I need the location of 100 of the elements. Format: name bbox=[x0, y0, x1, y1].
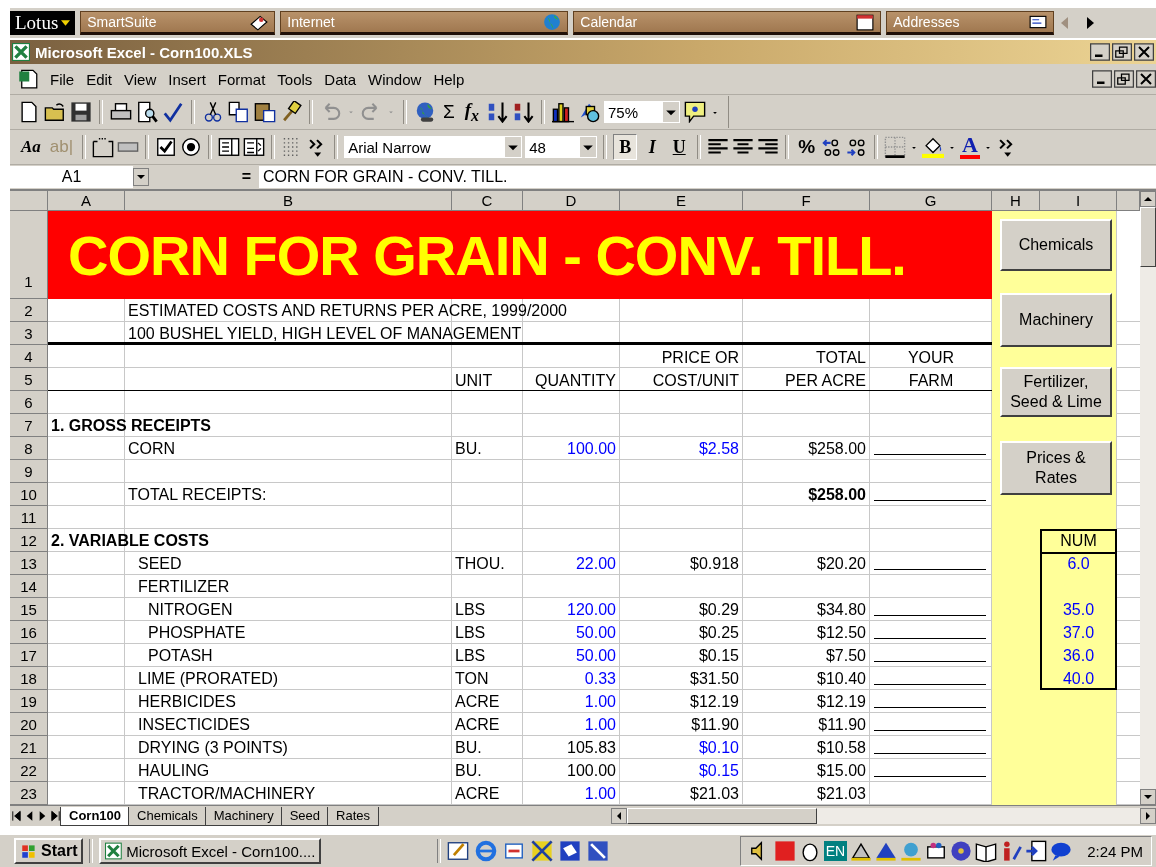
row-header[interactable]: 10 bbox=[10, 483, 48, 506]
autosum-button[interactable]: Σ bbox=[440, 101, 458, 123]
scroll-down-icon[interactable] bbox=[1140, 789, 1156, 805]
row-header[interactable]: 17 bbox=[10, 644, 48, 667]
restore-icon[interactable] bbox=[1114, 70, 1134, 88]
menu-item[interactable]: Data bbox=[318, 70, 363, 88]
row-header[interactable]: 13 bbox=[10, 552, 48, 575]
row-header[interactable]: 5 bbox=[10, 368, 48, 391]
row-header[interactable]: 18 bbox=[10, 667, 48, 690]
row-header[interactable]: 15 bbox=[10, 598, 48, 621]
macro-button[interactable]: Chemicals bbox=[1000, 219, 1112, 271]
fill-color-icon[interactable] bbox=[922, 136, 945, 158]
new-file-icon[interactable] bbox=[18, 101, 40, 123]
column-header[interactable]: F bbox=[743, 191, 870, 211]
checkbox-icon[interactable] bbox=[155, 136, 178, 158]
macro-button[interactable]: Fertilizer, Seed & Lime bbox=[1000, 367, 1112, 417]
scroll-left-icon[interactable] bbox=[611, 808, 628, 824]
sheet-tab[interactable]: Corn100 bbox=[60, 806, 131, 826]
scroll-right-icon[interactable] bbox=[1140, 808, 1156, 824]
percent-button[interactable]: % bbox=[795, 136, 819, 158]
open-folder-icon[interactable] bbox=[44, 101, 66, 123]
menu-item[interactable]: Insert bbox=[162, 70, 212, 88]
cut-icon[interactable] bbox=[202, 101, 224, 123]
last-sheet-icon[interactable] bbox=[49, 808, 62, 824]
spelling-check-icon[interactable] bbox=[162, 101, 184, 123]
zoom-dropdown[interactable]: 75% bbox=[604, 101, 680, 123]
row-header[interactable]: 2 bbox=[10, 299, 48, 322]
scroll-thumb[interactable] bbox=[1140, 207, 1156, 267]
scroll-up-icon[interactable] bbox=[1140, 191, 1156, 207]
menu-item[interactable]: Tools bbox=[271, 70, 319, 88]
menu-item[interactable]: Format bbox=[211, 70, 272, 88]
column-header[interactable]: A bbox=[48, 191, 125, 211]
menu-item[interactable]: View bbox=[118, 70, 163, 88]
row-header[interactable]: 23 bbox=[10, 782, 48, 805]
formula-field[interactable]: CORN FOR GRAIN - CONV. TILL. bbox=[259, 166, 1156, 188]
borders-icon[interactable] bbox=[884, 136, 907, 158]
macro-button[interactable]: Prices & Rates bbox=[1000, 441, 1112, 495]
minimize-icon[interactable] bbox=[1090, 43, 1110, 61]
desktop-icon[interactable] bbox=[447, 840, 470, 862]
disc-icon[interactable] bbox=[950, 840, 973, 862]
style-button[interactable]: U bbox=[667, 134, 692, 160]
scroll-thumb[interactable] bbox=[627, 808, 818, 824]
caret-icon[interactable] bbox=[580, 137, 597, 157]
menu-item[interactable]: File bbox=[44, 70, 81, 88]
row-header[interactable]: 7 bbox=[10, 414, 48, 437]
group-box-icon[interactable] bbox=[92, 136, 115, 158]
close-icon[interactable] bbox=[1134, 43, 1154, 61]
row-header[interactable]: 11 bbox=[10, 506, 48, 529]
restore-icon[interactable] bbox=[1112, 43, 1132, 61]
chat-bubble-icon[interactable] bbox=[1050, 840, 1073, 862]
browser-icon[interactable] bbox=[475, 840, 498, 862]
caret-icon[interactable] bbox=[663, 102, 679, 122]
label-tool[interactable]: Aa bbox=[18, 137, 44, 157]
book-icon[interactable] bbox=[975, 840, 998, 862]
format-painter-icon[interactable] bbox=[280, 101, 302, 123]
horizontal-scrollbar[interactable] bbox=[611, 808, 1156, 824]
row-header[interactable]: 4 bbox=[10, 345, 48, 368]
column-header[interactable]: C bbox=[452, 191, 523, 211]
menu-item[interactable]: Window bbox=[362, 70, 428, 88]
close-icon[interactable] bbox=[1136, 70, 1156, 88]
column-header[interactable]: G bbox=[870, 191, 992, 211]
column-header[interactable]: B bbox=[125, 191, 452, 211]
lotus-menu-button[interactable]: Lotus bbox=[10, 11, 76, 35]
select-all-corner[interactable] bbox=[10, 191, 48, 211]
sort-ascending-icon[interactable] bbox=[486, 101, 508, 123]
menu-item[interactable]: Help bbox=[427, 70, 471, 88]
macro-button[interactable]: Machinery bbox=[1000, 293, 1112, 347]
row-header[interactable]: 14 bbox=[10, 575, 48, 598]
name-box[interactable]: A1 bbox=[10, 166, 133, 188]
row-header[interactable]: 3 bbox=[10, 322, 48, 345]
globe-icon[interactable] bbox=[414, 101, 436, 123]
radio-button-icon[interactable] bbox=[180, 136, 203, 158]
list-box-icon[interactable] bbox=[218, 136, 241, 158]
column-header[interactable]: H bbox=[992, 191, 1040, 211]
column-header[interactable]: D bbox=[523, 191, 620, 211]
row-header[interactable]: 6 bbox=[10, 391, 48, 414]
taskbar-button[interactable]: Microsoft Excel - Corn100.... bbox=[99, 838, 322, 864]
print-preview-icon[interactable] bbox=[136, 101, 158, 123]
dropdown-icon[interactable] bbox=[133, 167, 149, 187]
row-header[interactable]: 12 bbox=[10, 529, 48, 552]
font-size-dropdown[interactable]: 48 bbox=[525, 136, 598, 158]
row-header[interactable]: 9 bbox=[10, 460, 48, 483]
chart-icon[interactable] bbox=[552, 101, 574, 123]
print-icon[interactable] bbox=[110, 101, 132, 123]
row-header[interactable]: 22 bbox=[10, 759, 48, 782]
start-button[interactable]: Start bbox=[14, 838, 84, 864]
style-button[interactable]: B bbox=[613, 134, 638, 160]
first-sheet-icon[interactable] bbox=[10, 808, 23, 824]
document-arrow-icon[interactable] bbox=[1025, 840, 1048, 862]
sheet-tab[interactable]: Rates bbox=[327, 806, 380, 826]
caret-icon[interactable] bbox=[505, 137, 522, 157]
save-icon[interactable] bbox=[70, 101, 92, 123]
menu-item[interactable]: Edit bbox=[80, 70, 119, 88]
row-header[interactable]: 19 bbox=[10, 690, 48, 713]
column-header[interactable]: E bbox=[620, 191, 743, 211]
sheet-tab[interactable]: Chemicals bbox=[128, 806, 207, 826]
help-icon[interactable] bbox=[684, 101, 706, 123]
sheet-tab[interactable]: Machinery bbox=[204, 806, 283, 826]
function-button[interactable]: f$_{x}$ bbox=[461, 99, 482, 125]
caret-icon[interactable] bbox=[61, 20, 71, 26]
